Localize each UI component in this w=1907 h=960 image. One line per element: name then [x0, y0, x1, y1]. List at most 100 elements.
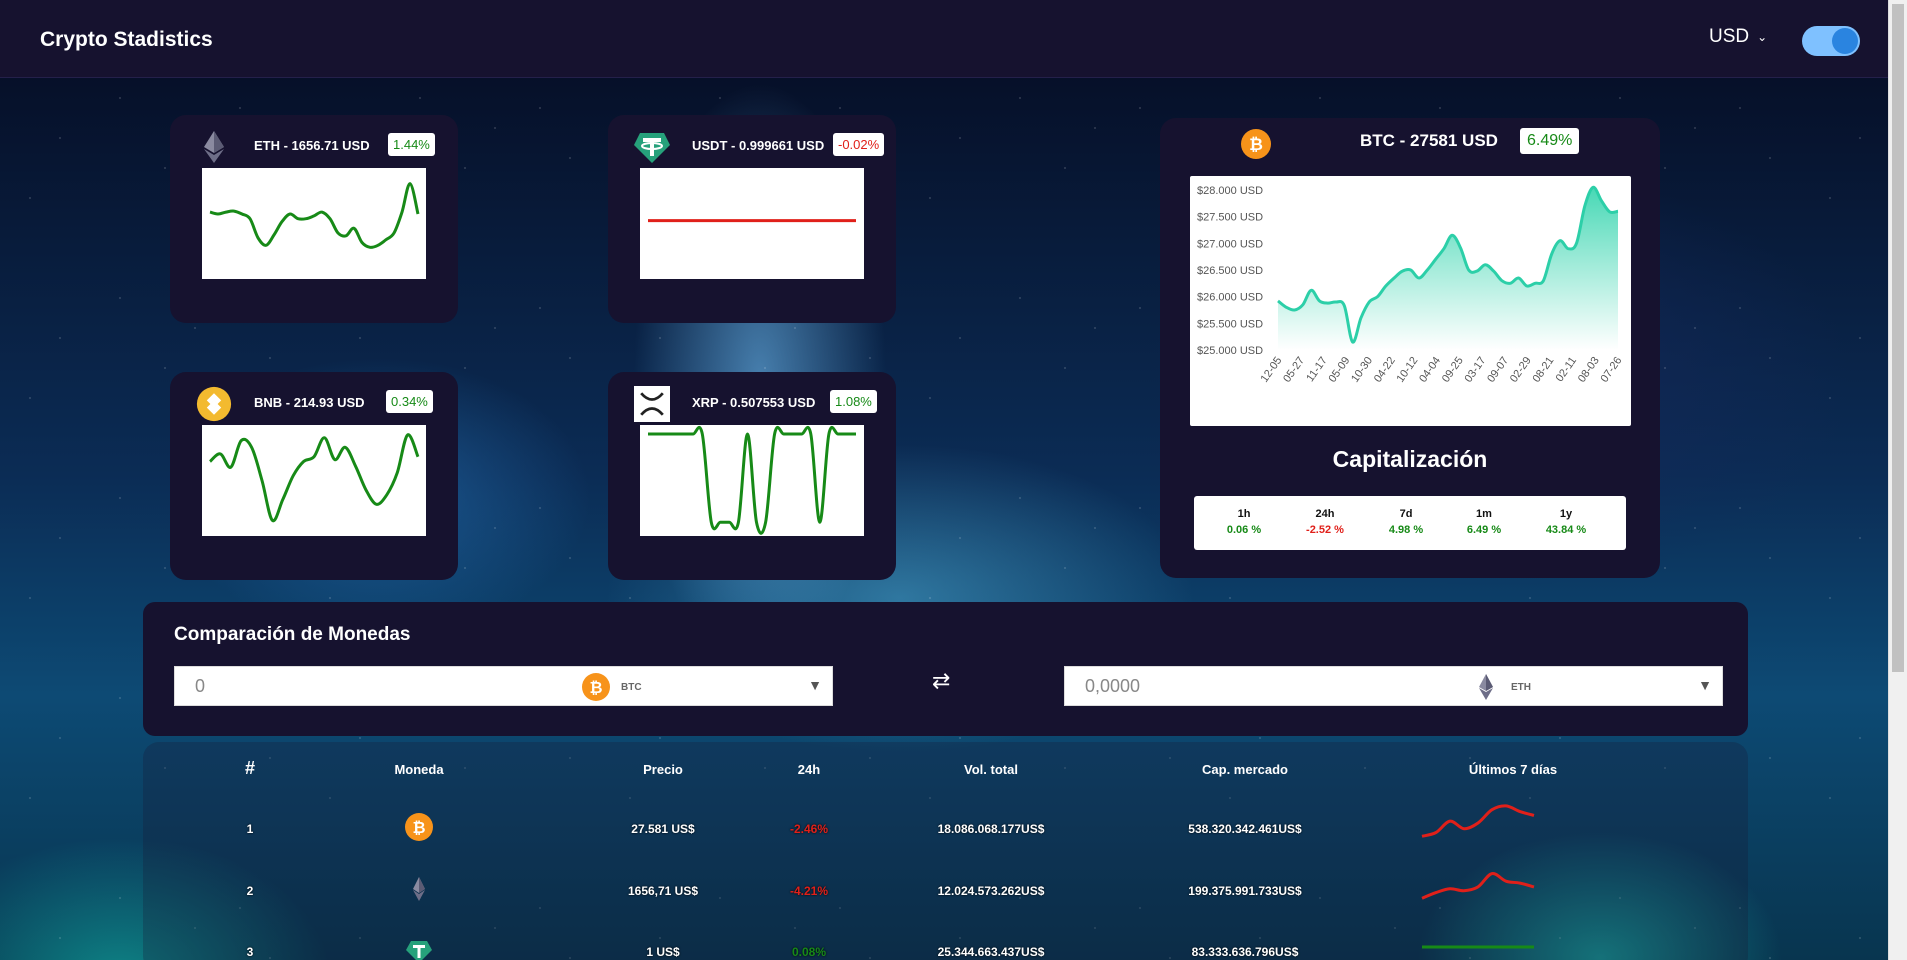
trend-sparkline	[1421, 804, 1535, 838]
trend-line	[1421, 872, 1535, 900]
btc-area-fill	[1278, 187, 1618, 350]
currency-select[interactable]: USD ⌄	[1709, 26, 1767, 48]
row-market-cap: 538.320.342.461US$	[1188, 822, 1302, 836]
y-tick-label: $27.000 USD	[1197, 238, 1263, 250]
compare-to-coin: ETH	[1511, 682, 1531, 693]
trend-line	[1421, 804, 1535, 838]
compare-from-field[interactable]: 0 ₿ BTC ▼	[174, 666, 833, 706]
row-rank: 3	[246, 945, 254, 959]
cap-period-label: 1y	[1559, 508, 1573, 520]
x-tick-label: 04-22	[1372, 355, 1398, 385]
coin-label: BNB - 214.93 USD	[254, 395, 365, 410]
change-badge: 1.08%	[830, 390, 877, 413]
change-badge: 0.34%	[386, 390, 433, 413]
coin-card-xrp[interactable]: XRP - 0.507553 USD 1.08%	[608, 372, 896, 580]
x-tick-label: 10-30	[1349, 355, 1375, 385]
xrp-icon	[634, 386, 670, 422]
svg-text:₿: ₿	[412, 818, 425, 837]
row-rank: 2	[246, 884, 254, 898]
sparkline-line	[209, 182, 420, 249]
sparkline-chart	[640, 168, 864, 279]
row-change: -2.46%	[789, 822, 829, 836]
coin-label: ETH - 1656.71 USD	[254, 138, 370, 153]
sparkline-chart	[202, 425, 426, 536]
coin-compare-panel: Comparación de Monedas 0 ₿ BTC ▼ ⇄ 0,000…	[143, 602, 1748, 736]
row-price: 27.581 US$	[631, 822, 695, 836]
cap-period-label: 1h	[1237, 508, 1251, 520]
cap-period-value: 4.98 %	[1388, 524, 1424, 536]
coin-card-usdt[interactable]: USDT - 0.999661 USD -0.02%	[608, 115, 896, 323]
cap-period-label: 1m	[1476, 508, 1492, 520]
row-volume: 25.344.663.437US$	[937, 945, 1045, 959]
compare-title: Comparación de Monedas	[174, 624, 411, 645]
sparkline-line	[208, 433, 420, 523]
cap-period-7d: 7d 4.98 %	[1371, 508, 1441, 536]
x-tick-label: 08-21	[1530, 355, 1556, 385]
cap-period-1m: 1m 6.49 %	[1449, 508, 1519, 536]
col-header-rank: #	[244, 758, 256, 778]
coin-card-eth[interactable]: ETH - 1656.71 USD 1.44%	[170, 115, 458, 323]
x-tick-label: 12-05	[1258, 355, 1284, 385]
cap-period-1h: 1h 0.06 %	[1209, 508, 1279, 536]
sparkline-chart	[640, 425, 864, 536]
y-tick-label: $26.500 USD	[1197, 265, 1263, 277]
swap-icon[interactable]: ⇄	[932, 668, 950, 694]
compare-to-field[interactable]: 0,0000 ETH ▼	[1064, 666, 1723, 706]
tether-icon	[634, 133, 670, 163]
binance-icon	[196, 386, 232, 422]
compare-from-input[interactable]: 0	[195, 676, 205, 697]
col-header-coin: Moneda	[394, 762, 444, 777]
ethereum-icon	[1479, 674, 1493, 700]
y-tick-label: $26.000 USD	[1197, 292, 1263, 304]
btc-change-badge: 6.49%	[1520, 128, 1580, 154]
cap-period-24h: 24h -2.52 %	[1290, 508, 1360, 536]
cap-period-value: -2.52 %	[1306, 524, 1344, 536]
change-badge: -0.02%	[833, 133, 885, 156]
trend-sparkline	[1422, 945, 1534, 949]
scrollbar-thumb[interactable]	[1892, 4, 1904, 672]
btc-price-chart: $28.000 USD $27.500 USD $27.000 USD $26.500…	[1190, 176, 1631, 426]
currency-value: USD	[1709, 26, 1750, 47]
x-tick-label: 04-04	[1417, 355, 1443, 385]
coins-table: # Moneda Precio 24h Vol. total Cap. merc…	[143, 742, 1748, 960]
col-header-price: Precio	[643, 762, 683, 777]
toggle-knob	[1832, 28, 1858, 54]
compare-to-input[interactable]: 0,0000	[1085, 676, 1140, 697]
x-tick-label: 02-11	[1554, 355, 1580, 384]
tether-icon	[406, 941, 432, 960]
bitcoin-icon: ₿	[405, 813, 433, 841]
x-tick-label: 09-25	[1440, 355, 1466, 385]
ethereum-icon	[204, 131, 224, 163]
x-tick-label: 07-26	[1598, 355, 1624, 385]
compare-from-coin: BTC	[621, 682, 642, 693]
row-change: 0.08%	[791, 945, 827, 959]
top-bar: Crypto Stadistics USD ⌄	[0, 0, 1888, 78]
coin-card-bnb[interactable]: BNB - 214.93 USD 0.34%	[170, 372, 458, 580]
y-tick-label: $28.000 USD	[1197, 185, 1263, 197]
page-scrollbar[interactable]	[1888, 0, 1907, 960]
col-header-volume: Vol. total	[964, 762, 1018, 777]
x-tick-label: 08-03	[1576, 355, 1602, 385]
x-tick-label: 05-09	[1326, 355, 1352, 385]
x-tick-label: 02-29	[1508, 355, 1534, 385]
btc-card: ₿ BTC - 27581 USD 6.49% $28.000 USD $27.5…	[1160, 118, 1660, 578]
cap-period-1y: 1y 43.84 %	[1531, 508, 1601, 536]
row-price: 1656,71 US$	[627, 884, 699, 898]
bitcoin-icon: ₿	[1241, 129, 1271, 159]
row-volume: 18.086.068.177US$	[937, 822, 1045, 836]
col-header-24h: 24h	[797, 762, 821, 777]
row-market-cap: 83.333.636.796US$	[1191, 945, 1299, 959]
dropdown-arrow-icon[interactable]: ▼	[808, 677, 822, 693]
row-change: -4.21%	[789, 884, 829, 898]
coin-label: XRP - 0.507553 USD	[692, 395, 816, 410]
theme-toggle[interactable]	[1802, 26, 1860, 56]
x-tick-label: 03-17	[1462, 355, 1488, 385]
y-tick-label: $27.500 USD	[1197, 212, 1263, 224]
svg-text:₿: ₿	[589, 678, 602, 697]
row-rank: 1	[246, 822, 254, 836]
capitalization-table: 1h 0.06 % 24h -2.52 % 7d 4.98 % 1m 6.49 …	[1194, 496, 1626, 550]
trend-sparkline	[1421, 872, 1535, 900]
svg-text:₿: ₿	[1249, 135, 1263, 155]
ethereum-icon	[413, 877, 425, 901]
dropdown-arrow-icon[interactable]: ▼	[1698, 677, 1712, 693]
